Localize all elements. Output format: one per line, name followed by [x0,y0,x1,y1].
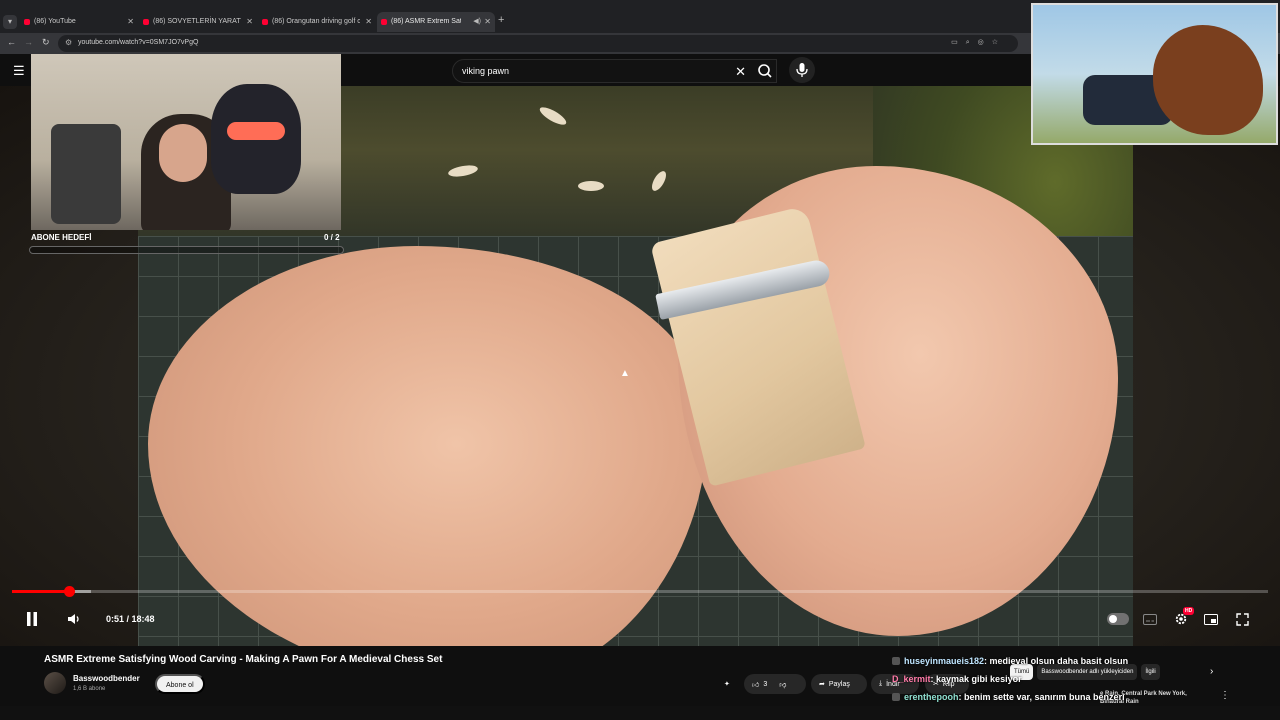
autoplay-toggle[interactable] [1107,613,1129,625]
menu-icon[interactable]: ☰ [13,63,25,79]
tab-orangutan[interactable]: (86) Orangutan driving golf car ✕ [258,12,376,32]
youtube-favicon-icon [262,19,268,25]
chevron-right-icon[interactable]: › [1210,666,1213,677]
more-options-icon[interactable]: ⋮ [1220,690,1230,701]
search-input[interactable]: viking pawn ✕ [452,59,777,83]
mouse-cursor-icon: ▲ [620,368,630,379]
close-tab-icon[interactable]: ✕ [484,12,491,32]
subscriber-count: 1,6 B abone [73,686,106,692]
subscribe-button[interactable]: Abone ol [155,674,205,694]
search-icon [758,64,772,78]
speaker-icon[interactable]: ◀) [473,12,481,32]
thumbs-up-icon: 👍︎ [752,681,760,689]
close-tab-icon[interactable]: ✕ [365,12,372,32]
close-tab-icon[interactable]: ✕ [127,12,134,32]
like-button[interactable]: 👍︎ 3 👎︎ [744,674,806,694]
chat-badge-icon [892,657,900,665]
subscriber-goal-label: ABONE HEDEFİ [31,233,92,242]
page-bottom-strip [0,706,1280,720]
subtitles-button[interactable] [1139,609,1161,629]
back-icon[interactable]: ← [7,37,16,47]
url-field[interactable]: ⚙ youtube.com/watch?v=0SM7JO7vPgQ ▭⌕◎☆ [58,35,1018,52]
tab-search-icon[interactable]: ▾ [3,15,17,29]
progress-scrubber[interactable] [63,586,75,597]
tab-youtube[interactable]: (86) YouTube ✕ [20,12,138,32]
progress-bar[interactable] [12,586,1268,597]
gift-icon: ✦ [724,681,730,688]
progress-played [12,590,69,593]
search-button[interactable] [750,59,780,83]
youtube-favicon-icon [24,19,30,25]
time-display: 0:51 / 18:48 [106,614,155,624]
pip-video[interactable] [1031,3,1278,145]
hd-badge: HD [1183,607,1195,615]
microphone-icon [796,63,808,77]
forward-icon[interactable]: → [24,37,33,47]
streamer-webcam [31,54,341,230]
miniplayer-icon [1204,613,1218,625]
left-hand [148,246,708,646]
pause-button[interactable] [20,608,44,630]
chat-badge-icon [892,693,900,701]
chat-overlay: huseyinmaueis182: medieval olsun daha ba… [892,652,1192,706]
channel-avatar[interactable] [44,672,66,694]
pause-icon [27,612,37,626]
chat-message: erenthepooh: benim sette var, sanırım bu… [892,688,1192,706]
volume-icon [68,614,79,624]
fullscreen-button[interactable] [1231,609,1253,629]
gift-button[interactable]: ✦ [724,674,742,694]
like-count: 3 [763,680,768,688]
download-icon: ⤓ [879,680,883,687]
volume-button[interactable] [62,608,86,630]
thumbs-down-icon[interactable]: 👎︎ [779,680,786,689]
clear-search-icon[interactable]: ✕ [735,64,746,80]
subscriber-goal-bar [29,246,344,254]
video-title: ASMR Extreme Satisfying Wood Carving - M… [44,654,443,665]
tab-asmr-active[interactable]: (86) ASMR Extrem Satisfyin ◀) ✕ [377,12,495,32]
reload-icon[interactable]: ↻ [42,37,50,48]
channel-name[interactable]: Basswoodbender [73,674,140,683]
miniplayer-button[interactable] [1200,609,1222,629]
tab-sovyetler[interactable]: (86) SOVYETLERİN YARATTIĞI D ✕ [139,12,257,32]
omnibox-tools-icons[interactable]: ▭⌕◎☆ [951,38,1006,47]
youtube-favicon-icon [381,19,387,25]
orangutan [1153,25,1263,135]
chat-message: huseyinmaueis182: medieval olsun daha ba… [892,652,1192,670]
new-tab-icon[interactable]: + [498,14,504,26]
chat-message: D_kermit: kaymak gibi kesiyor [892,674,1022,684]
share-icon: ➦ [819,681,825,688]
share-button[interactable]: ➦ Paylaş [811,674,867,694]
voice-search-button[interactable] [789,57,815,83]
site-info-icon[interactable]: ⚙ [65,38,72,47]
subtitles-icon [1143,613,1157,625]
subscriber-goal-count: 0 / 2 [324,233,340,242]
fullscreen-icon [1235,612,1249,626]
youtube-favicon-icon [143,19,149,25]
close-tab-icon[interactable]: ✕ [246,12,253,32]
